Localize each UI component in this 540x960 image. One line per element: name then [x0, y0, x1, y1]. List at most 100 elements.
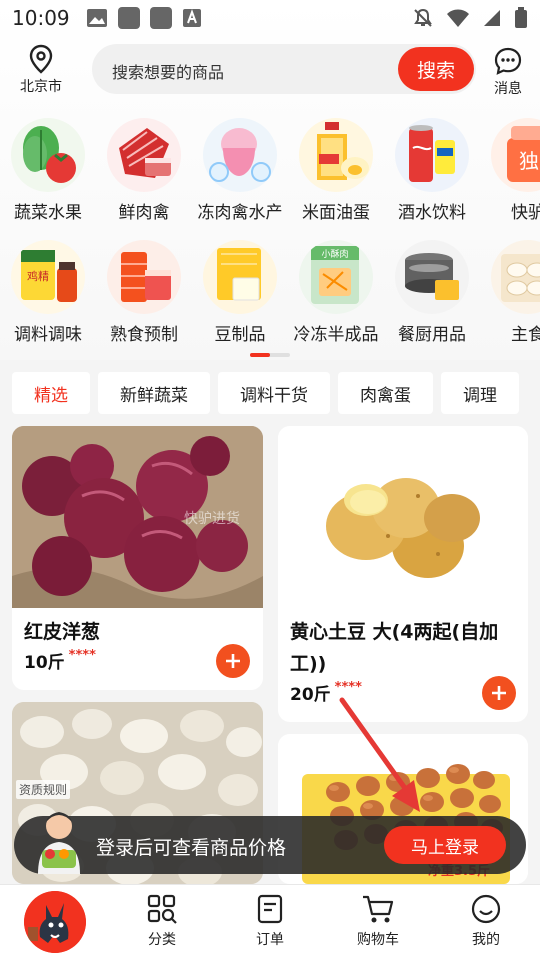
cooked-food-icon	[107, 240, 181, 314]
add-to-cart-button[interactable]	[482, 676, 516, 710]
oil-icon	[299, 118, 373, 192]
seasoning-icon: 鸡精	[11, 240, 85, 314]
search-placeholder: 搜索想要的商品	[112, 63, 225, 82]
drinks-icon	[395, 118, 469, 192]
order-list-icon	[257, 894, 283, 924]
svg-text:小酥肉: 小酥肉	[321, 248, 348, 260]
location-pin-icon	[29, 44, 53, 74]
donkey-logo-icon	[24, 891, 86, 953]
shopkeeper-avatar-icon	[38, 812, 80, 874]
wifi-icon	[447, 9, 469, 27]
staple-food-icon	[491, 240, 540, 314]
category-kuailv[interactable]: 独 快驴	[480, 118, 540, 223]
svg-text:独: 独	[519, 149, 539, 173]
product-watermark: 快驴进货	[184, 511, 240, 527]
category-label: 豆制品	[214, 325, 266, 345]
signal-icon	[484, 10, 500, 26]
app-notification-icon	[117, 7, 140, 29]
nav-category[interactable]: 分类	[122, 893, 202, 949]
filter-tabs: 精选 新鲜蔬菜 调料干货 肉禽蛋 调理	[12, 372, 519, 414]
product-image-onion: 快驴进货	[12, 426, 263, 608]
status-time: 10:09	[12, 6, 70, 30]
category-label: 餐厨用品	[398, 325, 466, 345]
chat-bubble-icon	[494, 47, 522, 75]
category-page-indicator	[250, 353, 290, 357]
category-label: 调料调味	[14, 325, 82, 345]
tab-prepared[interactable]: 调理	[441, 372, 519, 414]
vegetables-icon	[11, 118, 85, 192]
product-info: 红皮洋葱 10斤 ****	[24, 616, 100, 673]
category-rice-noodle-oil-eggs[interactable]: 米面油蛋	[288, 118, 384, 223]
nav-orders[interactable]: 订单	[230, 893, 310, 949]
category-label: 熟食预制	[110, 325, 178, 345]
tab-featured[interactable]: 精选	[12, 372, 90, 414]
frozen-food-icon: 小酥肉	[299, 240, 373, 314]
search-input[interactable]: 搜索想要的商品 搜索	[92, 44, 476, 94]
category-label: 主食	[511, 325, 540, 345]
category-frozen-meat-seafood[interactable]: 冻肉禽水产	[192, 118, 288, 223]
category-kitchenware[interactable]: 餐厨用品	[384, 240, 480, 345]
status-bar: 10:09	[0, 0, 540, 36]
login-prompt-banner: 登录后可查看商品价格 马上登录	[14, 812, 526, 874]
product-price-mask: ****	[334, 680, 362, 695]
product-image-potato	[278, 426, 528, 608]
tab-fresh-vegetables[interactable]: 新鲜蔬菜	[98, 372, 210, 414]
meat-icon	[107, 118, 181, 192]
category-row: 鸡精 调料调味 熟食预制 豆制品 小酥肉 冷冻半成品 餐厨用品 主食	[0, 240, 540, 345]
category-vegetables-fruits[interactable]: 蔬菜水果	[0, 118, 96, 223]
profile-smile-icon	[471, 894, 501, 924]
frozen-meat-icon	[203, 118, 277, 192]
notification-icons	[86, 7, 202, 29]
category-grid-icon	[147, 894, 177, 924]
product-price-mask: ****	[68, 648, 96, 663]
shopping-cart-icon	[363, 895, 394, 923]
product-price: 20斤	[290, 685, 331, 705]
messages-label: 消息	[494, 81, 522, 97]
category-staple-food[interactable]: 主食	[480, 240, 540, 345]
font-icon	[182, 9, 201, 27]
tab-dry-seasoning[interactable]: 调料干货	[218, 372, 330, 414]
category-label: 冻肉禽水产	[197, 203, 283, 223]
category-fresh-meat[interactable]: 鲜肉禽	[96, 118, 192, 223]
category-seasoning[interactable]: 鸡精 调料调味	[0, 240, 96, 345]
login-now-button[interactable]: 马上登录	[384, 826, 506, 864]
svg-text:鸡精: 鸡精	[27, 269, 49, 283]
page-indicator-active	[250, 353, 270, 357]
add-to-cart-button[interactable]	[216, 644, 250, 678]
nav-label: 购物车	[357, 932, 399, 948]
location-selector[interactable]: 北京市	[14, 44, 68, 98]
messages-button[interactable]: 消息	[486, 46, 530, 100]
tofu-icon	[203, 240, 277, 314]
search-button[interactable]: 搜索	[398, 47, 474, 91]
category-drinks[interactable]: 酒水饮料	[384, 118, 480, 223]
category-row: 蔬菜水果 鲜肉禽 冻肉禽水产 米面油蛋 酒水饮料 独 快驴	[0, 118, 540, 223]
product-card-potato[interactable]: 黄心土豆 大(4两起(自加工)) 20斤 ****	[278, 426, 528, 722]
product-name: 黄心土豆 大(4两起(自加工))	[290, 621, 499, 675]
category-label: 米面油蛋	[302, 203, 370, 223]
nav-label: 我的	[472, 932, 500, 948]
category-label: 鲜肉禽	[118, 203, 170, 223]
bottom-navigation: 分类 订单 购物车 我的	[0, 884, 540, 960]
plus-icon	[492, 686, 506, 700]
battery-icon	[515, 7, 527, 28]
login-prompt-text: 登录后可查看商品价格	[96, 837, 287, 859]
home-tab-logo[interactable]	[24, 891, 86, 953]
nav-mine[interactable]: 我的	[446, 893, 526, 949]
qualification-rules-badge[interactable]: 资质规则	[16, 780, 71, 799]
product-price: 10斤	[24, 653, 65, 673]
category-label: 冷冻半成品	[293, 325, 379, 345]
category-frozen-semi-finished[interactable]: 小酥肉 冷冻半成品	[288, 240, 384, 345]
app-notification-icon	[149, 7, 172, 29]
category-cooked-prepared[interactable]: 熟食预制	[96, 240, 192, 345]
category-tofu[interactable]: 豆制品	[192, 240, 288, 345]
product-name: 红皮洋葱	[24, 621, 101, 643]
nav-cart[interactable]: 购物车	[338, 893, 418, 949]
nav-label: 分类	[148, 932, 176, 948]
image-icon	[86, 9, 107, 27]
header: 北京市 搜索想要的商品 搜索 消息	[0, 42, 540, 98]
tab-meat-poultry-eggs[interactable]: 肉禽蛋	[338, 372, 433, 414]
mute-bell-icon	[414, 8, 432, 27]
nav-label: 订单	[256, 932, 284, 948]
product-card-onion[interactable]: 快驴进货 红皮洋葱 10斤 ****	[12, 426, 263, 690]
category-label: 酒水饮料	[398, 203, 466, 223]
